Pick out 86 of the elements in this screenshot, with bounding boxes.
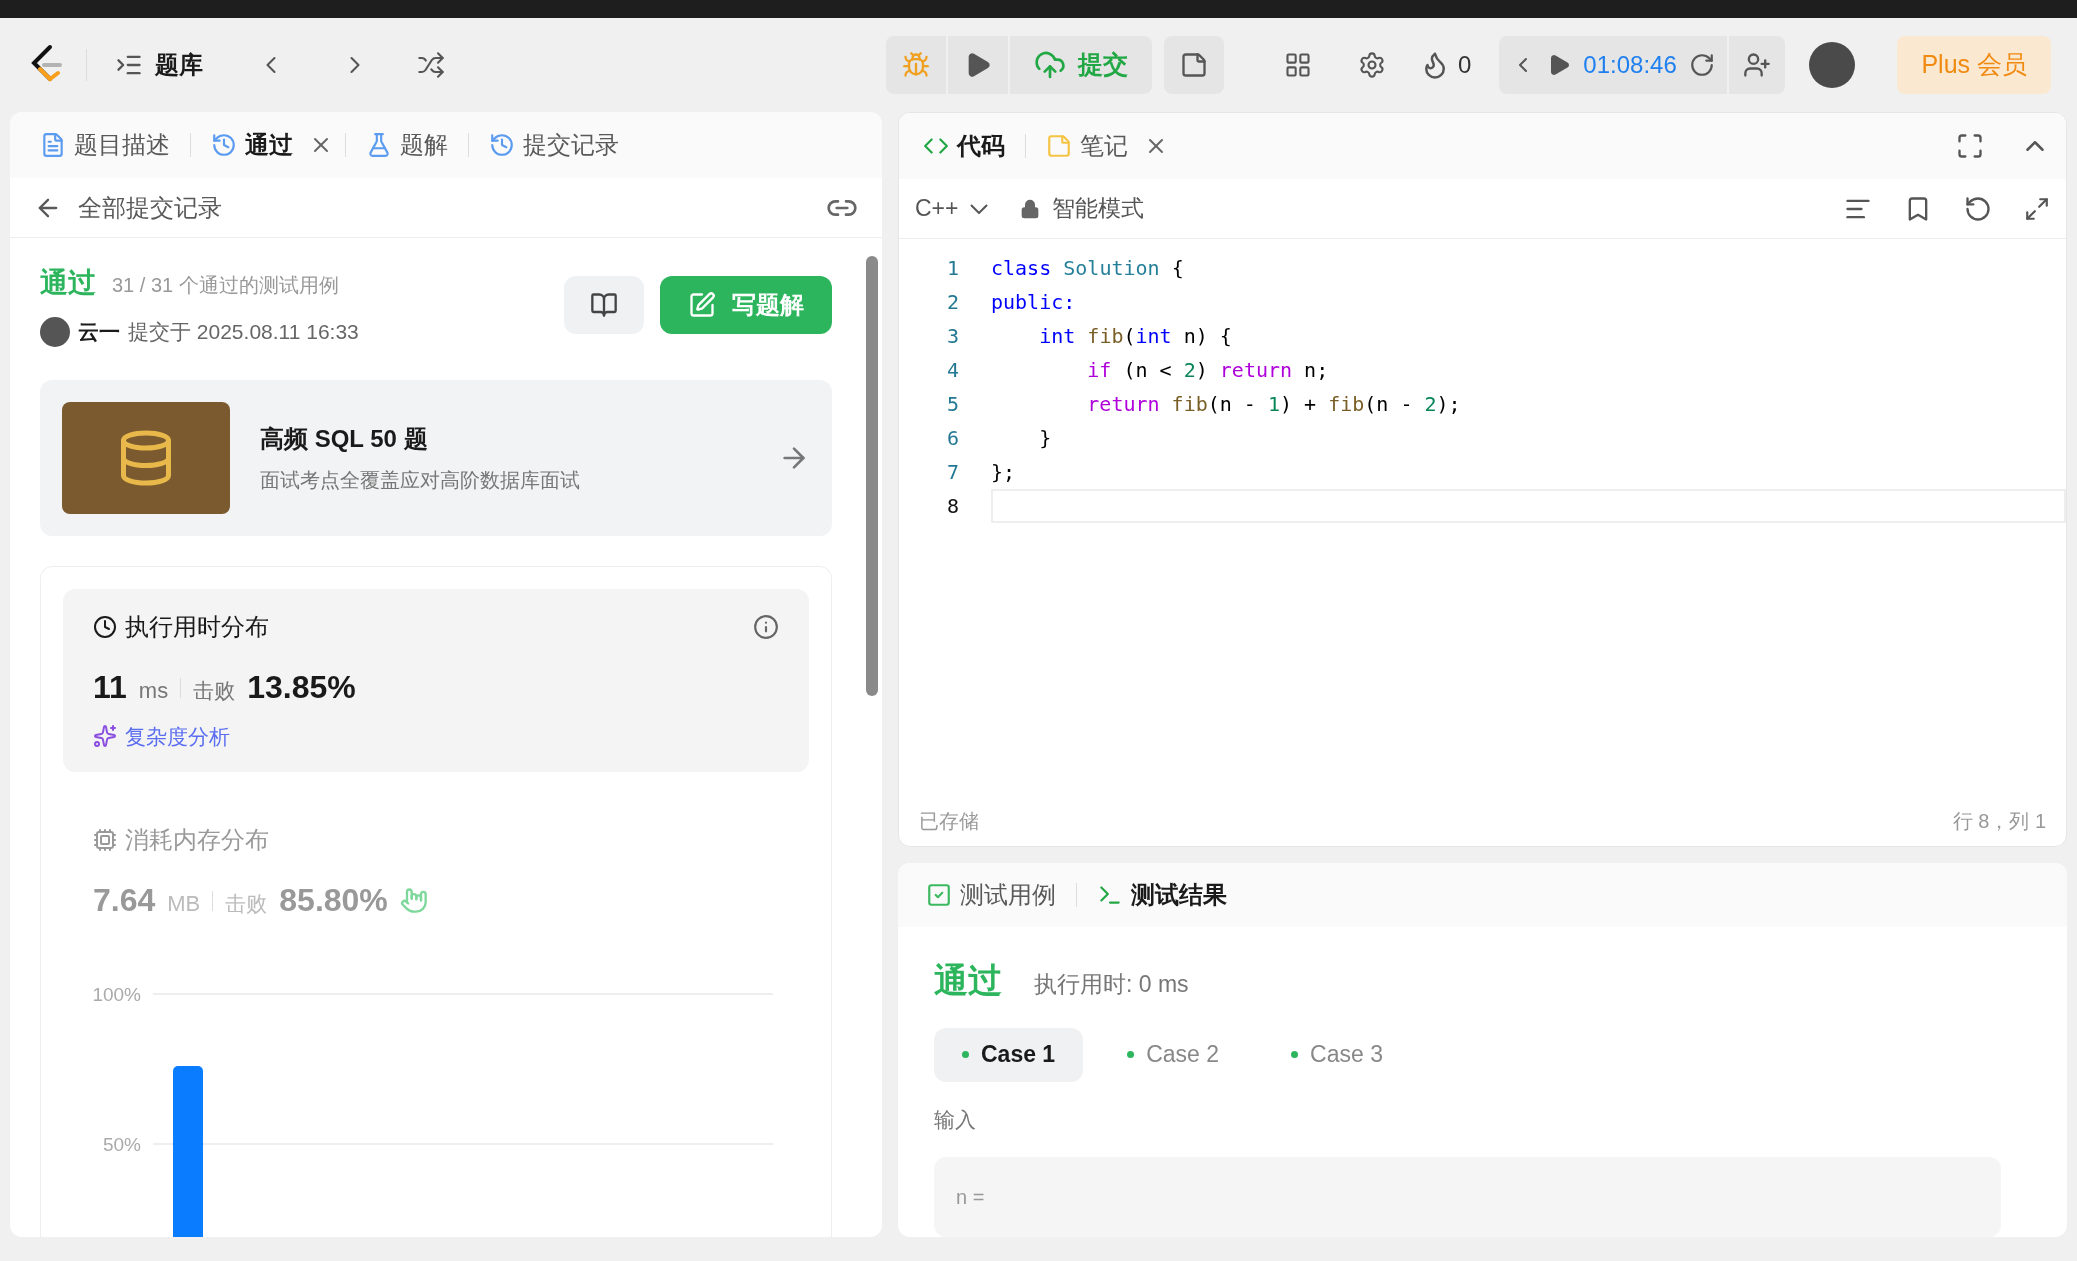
metric-unit: MB <box>167 890 201 918</box>
beat-percent: 13.85% <box>247 667 356 707</box>
metric-panel[interactable]: 执行用时分布 11 ms 击败 13.85% 复杂度分析 <box>63 588 809 772</box>
metric-title: 消耗内存分布 <box>125 825 269 855</box>
expand-icon[interactable] <box>2024 195 2050 222</box>
panel-tab[interactable]: 通过 <box>203 127 301 163</box>
runtime-text: 执行用时: 0 ms <box>1034 969 1189 999</box>
metric-title: 执行用时分布 <box>125 611 269 642</box>
reset-icon[interactable] <box>1688 52 1715 78</box>
metric-unit: ms <box>138 676 169 705</box>
metric-value: 11 <box>93 667 127 707</box>
history-icon <box>211 132 237 158</box>
panel-tab[interactable]: 测试结果 <box>1089 876 1235 913</box>
run-button[interactable] <box>948 36 1008 94</box>
avatar[interactable] <box>1808 42 1855 88</box>
beat-label: 击败 <box>193 677 236 704</box>
beat-percent: 85.80% <box>279 881 388 920</box>
panel-tab[interactable]: 提交记录 <box>481 127 627 163</box>
timer-text: 01:08:46 <box>1583 50 1677 80</box>
language-dropdown[interactable]: C++ <box>915 191 989 226</box>
back-link[interactable]: 全部提交记录 <box>34 189 222 226</box>
saved-status: 已存储 <box>919 809 979 834</box>
note-icon <box>1180 51 1208 79</box>
line-number: 2 <box>945 289 959 316</box>
sparkle-icon <box>93 724 117 749</box>
doc-icon <box>40 132 66 158</box>
promo-title: 高频 SQL 50 题 <box>260 423 429 454</box>
clock-icon <box>93 614 117 639</box>
line-number: 6 <box>945 425 959 452</box>
case-tab[interactable]: Case 2 <box>1099 1027 1248 1082</box>
book-icon <box>590 290 618 319</box>
streak-count: 0 <box>1458 50 1472 80</box>
lock-icon <box>1020 198 1041 219</box>
chip-icon <box>93 828 117 852</box>
code-line: class Solution { <box>991 255 1185 282</box>
flask-icon <box>366 132 392 158</box>
add-user-icon <box>1742 51 1771 79</box>
bug-icon <box>902 51 930 79</box>
promo-card[interactable]: 高频 SQL 50 题 面试考点全覆盖应对高阶数据库面试 <box>40 379 832 536</box>
testcase-icon <box>926 881 952 908</box>
code-line: public: <box>991 289 1077 316</box>
panel-tab[interactable]: 测试用例 <box>918 876 1064 913</box>
book-button[interactable] <box>564 275 644 334</box>
note-button[interactable] <box>1164 36 1224 94</box>
code-line: }; <box>991 459 1017 486</box>
y-axis-label: 50% <box>102 1134 141 1155</box>
line-number: 7 <box>945 459 959 486</box>
user-avatar <box>40 316 70 347</box>
code-line: int fib(int n) { <box>1038 323 1233 350</box>
code-line: } <box>1038 425 1053 452</box>
panel-tab[interactable]: 笔记 <box>1038 128 1136 164</box>
panel-tab[interactable]: 代码 <box>915 128 1013 164</box>
metric-value: 7.64 <box>93 881 156 920</box>
case-tab[interactable]: Case 1 <box>934 1027 1084 1082</box>
submitted-time: 提交于 2025.08.11 16:33 <box>128 319 359 345</box>
edit-icon <box>688 290 716 319</box>
invite-button[interactable] <box>1728 36 1785 94</box>
panel-tab[interactable]: 题解 <box>358 127 456 163</box>
beat-label: 击败 <box>225 891 268 917</box>
case-tab[interactable]: Case 3 <box>1263 1027 1411 1082</box>
mode-label: 智能模式 <box>1052 194 1145 224</box>
line-number: 4 <box>945 357 959 384</box>
line-number: 5 <box>945 391 959 418</box>
problem-list-button[interactable]: 题库 <box>107 47 211 83</box>
history-icon <box>489 132 515 158</box>
reset-icon[interactable] <box>1964 194 1992 223</box>
info-icon[interactable] <box>753 613 779 640</box>
chevron-down-icon <box>970 203 989 214</box>
line-number: 3 <box>945 323 959 350</box>
cursor-position: 行 8，列 1 <box>1952 809 2046 834</box>
note-icon <box>1046 133 1072 159</box>
panel-tab[interactable]: 题目描述 <box>32 127 178 163</box>
cloud-upload-icon <box>1034 49 1066 81</box>
input-label: 输入 <box>934 1106 977 1133</box>
result-status: 通过 <box>934 959 1002 1001</box>
user-name: 云一 <box>78 319 120 345</box>
code-line: if (n < 2) return n; <box>1086 357 1330 384</box>
promo-subtitle: 面试考点全覆盖应对高阶数据库面试 <box>260 467 580 493</box>
code-line: return fib(n - 1) + fib(n - 2); <box>1086 391 1462 418</box>
line-number: 8 <box>945 493 959 520</box>
fullscreen-icon[interactable] <box>1956 132 1984 160</box>
testcases-text: 31 / 31 个通过的测试用例 <box>112 273 339 298</box>
status-text: 通过 <box>40 266 96 300</box>
line-number: 1 <box>945 255 959 282</box>
complexity-analysis-link[interactable]: 复杂度分析 <box>125 720 230 752</box>
y-axis-label: 100% <box>92 984 141 1005</box>
